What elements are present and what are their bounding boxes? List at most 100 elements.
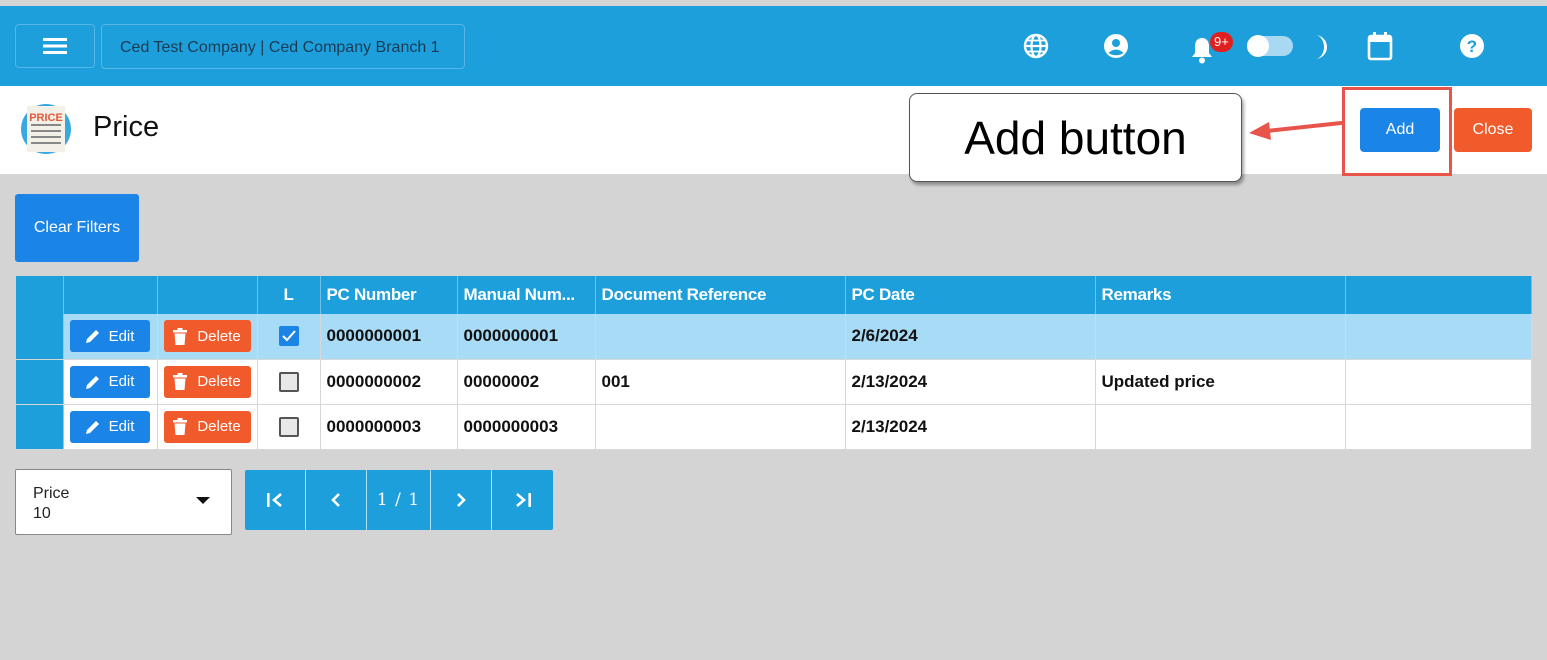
- filler-cell: [1345, 314, 1532, 360]
- table-row[interactable]: Edit Delete 0000000002 00000002 001 2/13…: [16, 359, 1532, 405]
- header-filler: [1345, 276, 1532, 314]
- notification-badge: 9+: [1210, 32, 1233, 52]
- theme-toggle[interactable]: [1247, 35, 1293, 57]
- remarks-cell: [1095, 404, 1346, 450]
- toggle-knob: [1247, 35, 1269, 57]
- edit-label: Edit: [108, 373, 135, 390]
- last-page-button[interactable]: [492, 470, 553, 530]
- table-row[interactable]: Edit Delete 0000000001 0000000001 2/6/20…: [16, 314, 1532, 360]
- manual-number-cell: 0000000001: [457, 314, 596, 360]
- l-checkbox[interactable]: [278, 416, 299, 437]
- row-selector[interactable]: [16, 404, 64, 450]
- chevron-right-icon: [457, 493, 466, 507]
- next-page-button[interactable]: [431, 470, 492, 530]
- clear-filters-button[interactable]: Clear Filters: [15, 194, 139, 262]
- filler-cell: [1345, 359, 1532, 405]
- grid-header-row: L PC Number Manual Num... Document Refer…: [16, 276, 1532, 314]
- callout-label: Add button: [909, 93, 1242, 182]
- row-selector[interactable]: [16, 359, 64, 405]
- delete-button[interactable]: Delete: [163, 365, 251, 398]
- moon-icon: [1315, 35, 1327, 59]
- l-checkbox[interactable]: [278, 326, 299, 347]
- document-reference-cell: [595, 404, 846, 450]
- add-button-highlight: [1342, 87, 1452, 176]
- edit-cell: Edit: [63, 359, 158, 405]
- delete-label: Delete: [197, 327, 241, 345]
- pc-number-cell: 0000000002: [320, 359, 458, 405]
- edit-button[interactable]: Edit: [69, 320, 150, 353]
- edit-label: Edit: [108, 327, 135, 345]
- pager: 1 / 1: [245, 470, 553, 530]
- l-checkbox-cell: [257, 314, 321, 360]
- svg-text:?: ?: [1467, 37, 1477, 56]
- row-selector[interactable]: [16, 314, 64, 360]
- remarks-cell: [1095, 314, 1346, 360]
- last-page-icon: [515, 493, 531, 507]
- top-bar: Ced Test Company | Ced Company Branch 1 …: [0, 6, 1547, 86]
- edit-label: Edit: [108, 418, 135, 435]
- menu-icon: [43, 38, 67, 54]
- logo-text: PRICE: [29, 112, 63, 124]
- table-row[interactable]: Edit Delete 0000000003 0000000003 2/13/2…: [16, 404, 1532, 450]
- pc-number-cell: 0000000001: [320, 314, 458, 360]
- pc-date-cell: 2/13/2024: [845, 359, 1096, 405]
- delete-cell: Delete: [157, 404, 258, 450]
- page-size-select[interactable]: Price 10: [15, 469, 232, 535]
- document-reference-cell: [595, 314, 846, 360]
- help-icon[interactable]: ?: [1459, 33, 1485, 59]
- trash-icon: [173, 418, 188, 435]
- company-selector[interactable]: Ced Test Company | Ced Company Branch 1: [101, 24, 465, 69]
- page-title: Price: [93, 111, 160, 143]
- pc-date-cell: 2/6/2024: [845, 314, 1096, 360]
- delete-label: Delete: [197, 373, 241, 390]
- chevron-left-icon: [331, 493, 340, 507]
- edit-button[interactable]: Edit: [69, 365, 150, 398]
- delete-label: Delete: [197, 418, 241, 435]
- price-logo: PRICE: [21, 104, 71, 154]
- delete-cell: Delete: [157, 359, 258, 405]
- first-page-icon: [267, 493, 282, 507]
- calendar-icon[interactable]: [1367, 31, 1393, 61]
- l-checkbox-cell: [257, 359, 321, 405]
- close-button[interactable]: Close: [1454, 108, 1532, 152]
- user-icon[interactable]: [1103, 33, 1129, 59]
- page-size-value: 10: [33, 505, 51, 522]
- delete-cell: Delete: [157, 314, 258, 360]
- delete-button[interactable]: Delete: [163, 410, 251, 443]
- filler-cell: [1345, 404, 1532, 450]
- pc-number-cell: 0000000003: [320, 404, 458, 450]
- delete-button[interactable]: Delete: [163, 320, 251, 353]
- trash-icon: [173, 327, 188, 345]
- remarks-cell: Updated price: [1095, 359, 1346, 405]
- pc-date-cell: 2/13/2024: [845, 404, 1096, 450]
- edit-button[interactable]: Edit: [69, 410, 150, 443]
- header-l[interactable]: L: [257, 276, 321, 314]
- header-pc-date[interactable]: PC Date: [845, 276, 1096, 314]
- price-grid: L PC Number Manual Num... Document Refer…: [16, 276, 1532, 450]
- header-remarks[interactable]: Remarks: [1095, 276, 1346, 314]
- pencil-icon: [85, 375, 99, 389]
- manual-number-cell: 00000002: [457, 359, 596, 405]
- check-icon: [281, 330, 296, 342]
- prev-page-button[interactable]: [306, 470, 367, 530]
- globe-icon[interactable]: [1023, 33, 1049, 59]
- document-reference-cell: 001: [595, 359, 846, 405]
- manual-number-cell: 0000000003: [457, 404, 596, 450]
- first-page-button[interactable]: [245, 470, 306, 530]
- pencil-icon: [85, 330, 99, 344]
- l-checkbox[interactable]: [278, 371, 299, 392]
- header-pc-number[interactable]: PC Number: [320, 276, 458, 314]
- trash-icon: [173, 373, 188, 390]
- header-delete: [157, 276, 258, 314]
- header-document-reference[interactable]: Document Reference: [595, 276, 846, 314]
- header-edit: [63, 276, 158, 314]
- callout-arrow: [1249, 121, 1343, 140]
- page-size-label: Price: [33, 485, 70, 502]
- header-manual-number[interactable]: Manual Num...: [457, 276, 596, 314]
- caret-down-icon: [196, 497, 210, 504]
- page-info: 1 / 1: [367, 470, 431, 530]
- edit-cell: Edit: [63, 404, 158, 450]
- l-checkbox-cell: [257, 404, 321, 450]
- menu-button[interactable]: [15, 24, 95, 68]
- edit-cell: Edit: [63, 314, 158, 360]
